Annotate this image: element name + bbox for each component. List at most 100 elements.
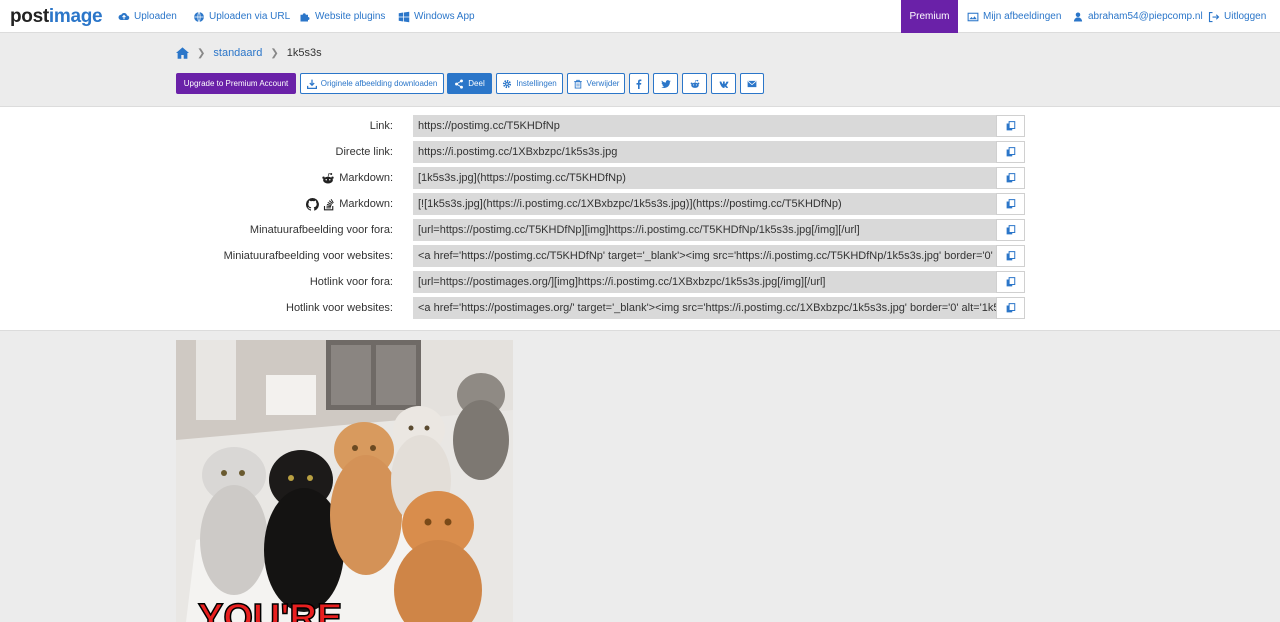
nav-my-images-label: Mijn afbeeldingen [983, 11, 1062, 22]
cats-photo: YOU'RE [176, 340, 513, 622]
download-icon [306, 79, 317, 89]
direct-link-row: Directe link: https://i.postimg.cc/1XBxb… [0, 141, 1280, 163]
nav-logout-label: Uitloggen [1224, 11, 1267, 22]
link-row: Link: https://postimg.cc/T5KHDfNp [0, 115, 1280, 137]
thumbnail-website-field[interactable]: <a href='https://postimg.cc/T5KHDfNp' ta… [413, 245, 996, 267]
copy-button[interactable] [996, 271, 1025, 293]
share-twitter-button[interactable] [653, 73, 678, 94]
puzzle-icon [300, 12, 310, 21]
thumbnail-forum-row: Minatuurafbeelding voor fora: [url=https… [0, 219, 1280, 241]
share-links-panel: Link: https://postimg.cc/T5KHDfNp Direct… [0, 106, 1280, 331]
uploaded-image[interactable]: YOU'RE [176, 340, 513, 622]
copy-button[interactable] [996, 167, 1025, 189]
thumbnail-forum-field[interactable]: [url=https://postimg.cc/T5KHDfNp][img]ht… [413, 219, 996, 241]
image-icon [967, 12, 979, 21]
copy-icon [1006, 199, 1015, 209]
nav-upload[interactable]: Uploaden [118, 0, 177, 33]
stackoverflow-icon [324, 198, 334, 210]
copy-button[interactable] [996, 297, 1025, 319]
postimage-logo[interactable]: postimage [10, 6, 103, 28]
nav-windows-app[interactable]: Windows App [398, 0, 475, 33]
premium-button[interactable]: Premium [901, 0, 958, 33]
share-reddit-button[interactable] [682, 73, 707, 94]
cloud-upload-icon [118, 12, 130, 20]
thumbnail-website-row: Miniatuurafbeelding voor websites: <a hr… [0, 245, 1280, 267]
nav-windows-app-label: Windows App [414, 11, 475, 22]
copy-icon [1006, 251, 1015, 261]
breadcrumb-folder[interactable]: standaard [213, 47, 262, 59]
envelope-icon [747, 80, 757, 87]
hotlink-forum-label: Hotlink voor fora: [309, 276, 393, 288]
nav-upload-url[interactable]: Uploaden via URL [193, 0, 290, 33]
hotlink-website-row: Hotlink voor websites: <a href='https://… [0, 297, 1280, 319]
delete-label: Verwijder [586, 79, 620, 88]
copy-button[interactable] [996, 245, 1025, 267]
link-label: Link: [369, 120, 393, 132]
copy-icon [1006, 147, 1015, 157]
thumbnail-forum-label: Minatuurafbeelding voor fora: [249, 224, 393, 236]
markdown-github-row: Markdown: [![1k5s3s.jpg](https://i.posti… [0, 193, 1280, 215]
direct-link-label: Directe link: [335, 146, 393, 158]
nav-upload-label: Uploaden [134, 11, 177, 22]
markdown-github-label: Markdown: [306, 193, 393, 215]
copy-icon [1006, 303, 1015, 313]
chevron-right-icon: ❯ [270, 47, 279, 59]
vk-icon [719, 80, 728, 88]
breadcrumb-current: 1k5s3s [286, 47, 322, 59]
share-facebook-button[interactable] [629, 73, 649, 94]
markdown-reddit-field[interactable]: [1k5s3s.jpg](https://postimg.cc/T5KHDfNp… [413, 167, 996, 189]
nav-website-plugins-label: Website plugins [315, 11, 386, 22]
download-original-button[interactable]: Originele afbeelding downloaden [300, 73, 444, 94]
github-icon [306, 197, 320, 211]
markdown-reddit-label: Markdown: [321, 167, 393, 189]
image-caption-text: YOU'RE [198, 597, 342, 622]
settings-button[interactable]: Instellingen [496, 73, 563, 94]
gear-icon [503, 79, 512, 88]
reddit-icon [322, 172, 334, 184]
hotlink-website-field[interactable]: <a href='https://postimages.org/' target… [413, 297, 996, 319]
nav-user-account[interactable]: abraham54@piepcomp.nl [1072, 0, 1203, 33]
download-original-label: Originele afbeelding downloaden [320, 79, 438, 88]
globe-icon [194, 11, 204, 22]
delete-button[interactable]: Verwijder [567, 73, 625, 94]
logout-icon [1208, 11, 1220, 22]
markdown-github-field[interactable]: [![1k5s3s.jpg](https://i.postimg.cc/1XBx… [413, 193, 996, 215]
user-icon [1073, 12, 1083, 21]
copy-icon [1006, 277, 1015, 287]
copy-icon [1006, 121, 1015, 131]
chevron-right-icon: ❯ [197, 47, 206, 59]
share-vk-button[interactable] [711, 73, 736, 94]
markdown-reddit-row: Markdown: [1k5s3s.jpg](https://postimg.c… [0, 167, 1280, 189]
windows-icon [398, 11, 410, 22]
hotlink-website-label: Hotlink voor websites: [286, 302, 393, 314]
hotlink-forum-field[interactable]: [url=https://postimages.org/][img]https:… [413, 271, 996, 293]
nav-upload-url-label: Uploaden via URL [209, 11, 291, 22]
settings-label: Instellingen [516, 79, 557, 88]
share-email-button[interactable] [740, 73, 764, 94]
trash-icon [573, 79, 582, 88]
nav-website-plugins[interactable]: Website plugins [299, 0, 385, 33]
breadcrumb: ❯ standaard ❯ 1k5s3s [176, 47, 322, 59]
thumbnail-website-label: Miniatuurafbeelding voor websites: [223, 250, 393, 262]
share-icon [455, 78, 464, 89]
copy-button[interactable] [996, 141, 1025, 163]
copy-button[interactable] [996, 219, 1025, 241]
facebook-icon [636, 79, 642, 89]
link-field[interactable]: https://postimg.cc/T5KHDfNp [413, 115, 996, 137]
home-icon[interactable] [176, 47, 189, 59]
hotlink-forum-row: Hotlink voor fora: [url=https://postimag… [0, 271, 1280, 293]
share-button[interactable]: Deel [447, 73, 492, 94]
top-navbar: postimage Uploaden Uploaden via URL Webs… [0, 0, 1280, 33]
upgrade-premium-button[interactable]: Upgrade to Premium Account [176, 73, 296, 94]
reddit-icon [690, 79, 699, 88]
nav-user-email: abraham54@piepcomp.nl [1088, 11, 1203, 22]
upgrade-premium-label: Upgrade to Premium Account [183, 79, 289, 88]
copy-button[interactable] [996, 115, 1025, 137]
copy-icon [1006, 173, 1015, 183]
nav-my-images[interactable]: Mijn afbeeldingen [967, 0, 1061, 33]
twitter-icon [660, 79, 671, 88]
direct-link-field[interactable]: https://i.postimg.cc/1XBxbzpc/1k5s3s.jpg [413, 141, 996, 163]
copy-button[interactable] [996, 193, 1025, 215]
nav-logout[interactable]: Uitloggen [1208, 0, 1266, 33]
share-label: Deel [468, 79, 485, 88]
